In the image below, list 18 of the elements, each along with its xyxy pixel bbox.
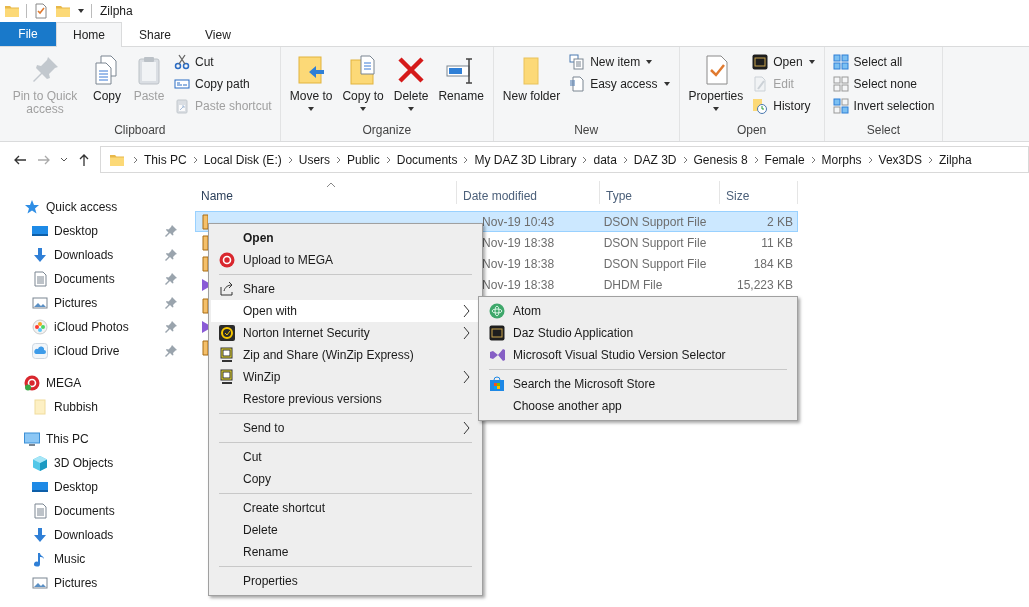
group-label: Clipboard bbox=[113, 122, 167, 139]
group-label: Select bbox=[865, 122, 902, 139]
table-cell-text: DSON Support File bbox=[602, 235, 708, 250]
table-cell-text: DSON Support File bbox=[602, 214, 708, 229]
group-label: Organize bbox=[361, 122, 413, 139]
table-cell-text: 15,223 KB bbox=[735, 277, 794, 292]
table-cell-text: DHDM File bbox=[602, 277, 664, 292]
window-title: Zilpha bbox=[100, 4, 133, 18]
table-cell-text: Nov-19 18:38 bbox=[481, 256, 556, 271]
group-label: New bbox=[573, 122, 600, 139]
table-cell-text: 184 KB bbox=[752, 256, 794, 271]
table-cell-text: 11 KB bbox=[760, 235, 794, 250]
table-cell-text: Nov-19 10:43 bbox=[481, 214, 556, 229]
table-cell-text: 2 KB bbox=[766, 214, 794, 229]
table-cell-text: Nov-19 18:38 bbox=[481, 235, 556, 250]
table-cell-text: DSON Support File bbox=[602, 256, 708, 271]
group-label: Open bbox=[735, 122, 768, 139]
table-cell-text: Nov-19 18:38 bbox=[481, 277, 556, 292]
